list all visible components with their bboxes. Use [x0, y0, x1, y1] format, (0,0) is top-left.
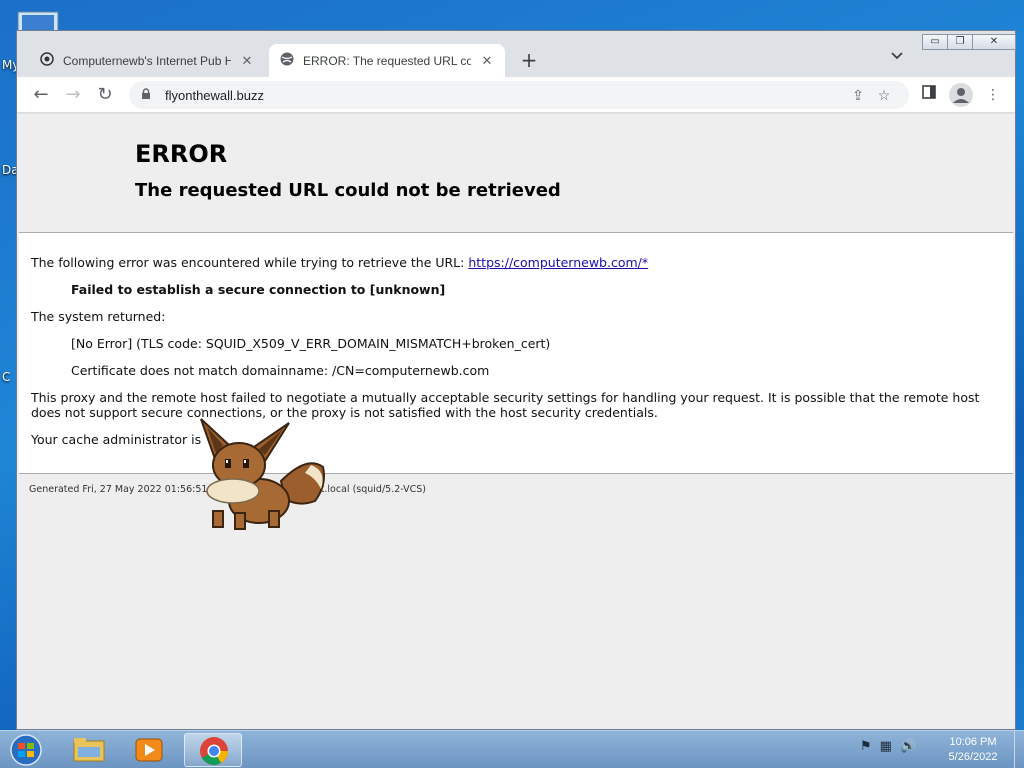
reload-button[interactable]: ↻ [93, 83, 117, 107]
tab-site-icon [39, 51, 55, 70]
volume-icon[interactable]: 🔊 [900, 739, 916, 754]
intro-paragraph: The following error was encountered whil… [31, 255, 1001, 270]
window-controls: ▭ ❐ ✕ [922, 34, 1016, 50]
close-icon[interactable]: ✕ [479, 53, 495, 69]
requested-url-link[interactable]: https://computernewb.com/* [468, 255, 648, 270]
error-body: The following error was encountered whil… [19, 232, 1013, 474]
lock-icon[interactable] [141, 87, 159, 103]
forward-button[interactable]: → [61, 83, 85, 107]
tab-strip: Computernewb's Internet Pub Hub ✕ ERROR:… [17, 31, 1016, 77]
start-button[interactable] [6, 733, 46, 767]
minimize-button[interactable]: ▭ [922, 34, 948, 50]
page-content: ERROR The requested URL could not be ret… [17, 114, 1015, 729]
show-desktop-button[interactable] [1014, 731, 1024, 768]
system-returned-label: The system returned: [31, 309, 166, 324]
bookmark-star-icon[interactable]: ☆ [871, 87, 897, 104]
taskbar-explorer[interactable] [60, 733, 118, 767]
address-text[interactable]: flyonthewall.buzz [159, 88, 845, 103]
failure-message: Failed to establish a secure connection … [31, 282, 1001, 297]
taskbar-chrome[interactable] [184, 733, 242, 767]
taskbar: ⚑ ▦ 🔊 10:06 PM 5/26/2022 [0, 730, 1024, 768]
side-panel-icon[interactable] [917, 83, 941, 107]
cert-detail: Certificate does not match domainname: /… [71, 363, 490, 378]
tab-error-page[interactable]: ERROR: The requested URL could not be re… [269, 44, 505, 77]
back-button[interactable]: ← [29, 83, 53, 107]
menu-kebab-icon[interactable]: ⋮ [981, 83, 1005, 107]
browser-window: Computernewb's Internet Pub Hub ✕ ERROR:… [16, 30, 1016, 730]
desktop-label-fragment: C [2, 370, 11, 384]
new-tab-button[interactable]: + [517, 48, 541, 72]
system-tray: ⚑ ▦ 🔊 [860, 739, 916, 754]
action-center-flag-icon[interactable]: ⚑ [860, 739, 872, 754]
restore-button[interactable]: ❐ [947, 34, 973, 50]
admin-paragraph: Your cache administrator is [31, 432, 202, 447]
system-error: [No Error] (TLS code: SQUID_X509_V_ERR_D… [71, 336, 551, 351]
network-icon[interactable]: ▦ [880, 739, 892, 754]
generated-footer: Generated Fri, 27 May 2022 01:56:51 GMT … [29, 484, 426, 495]
intro-text: The following error was encountered whil… [31, 255, 469, 270]
taskbar-media-player[interactable] [120, 733, 178, 767]
browser-toolbar: ← → ↻ flyonthewall.buzz ⇪ ☆ ⋮ [17, 77, 1015, 113]
failure-text: Failed to establish a secure connection … [71, 282, 446, 297]
tab-title: ERROR: The requested URL could not be re… [303, 53, 471, 68]
page-subtitle: The requested URL could not be retrieved [135, 180, 561, 201]
share-icon[interactable]: ⇪ [845, 87, 871, 104]
tab-computernewb[interactable]: Computernewb's Internet Pub Hub ✕ [29, 44, 265, 77]
globe-icon [279, 51, 295, 70]
clock[interactable]: 10:06 PM 5/26/2022 [936, 735, 1010, 765]
close-icon[interactable]: ✕ [239, 53, 255, 69]
explanation-paragraph: This proxy and the remote host failed to… [31, 390, 980, 420]
clock-date: 5/26/2022 [948, 751, 998, 763]
close-window-button[interactable]: ✕ [972, 34, 1016, 50]
address-bar[interactable]: flyonthewall.buzz ⇪ ☆ [129, 81, 909, 109]
tab-search-button[interactable] [890, 50, 904, 64]
clock-time: 10:06 PM [949, 736, 997, 748]
page-title: ERROR [135, 140, 228, 168]
error-header: ERROR The requested URL could not be ret… [17, 114, 1015, 232]
eevee-sprite [200, 418, 325, 530]
tab-title: Computernewb's Internet Pub Hub [63, 53, 231, 68]
profile-avatar-icon[interactable] [949, 83, 973, 107]
